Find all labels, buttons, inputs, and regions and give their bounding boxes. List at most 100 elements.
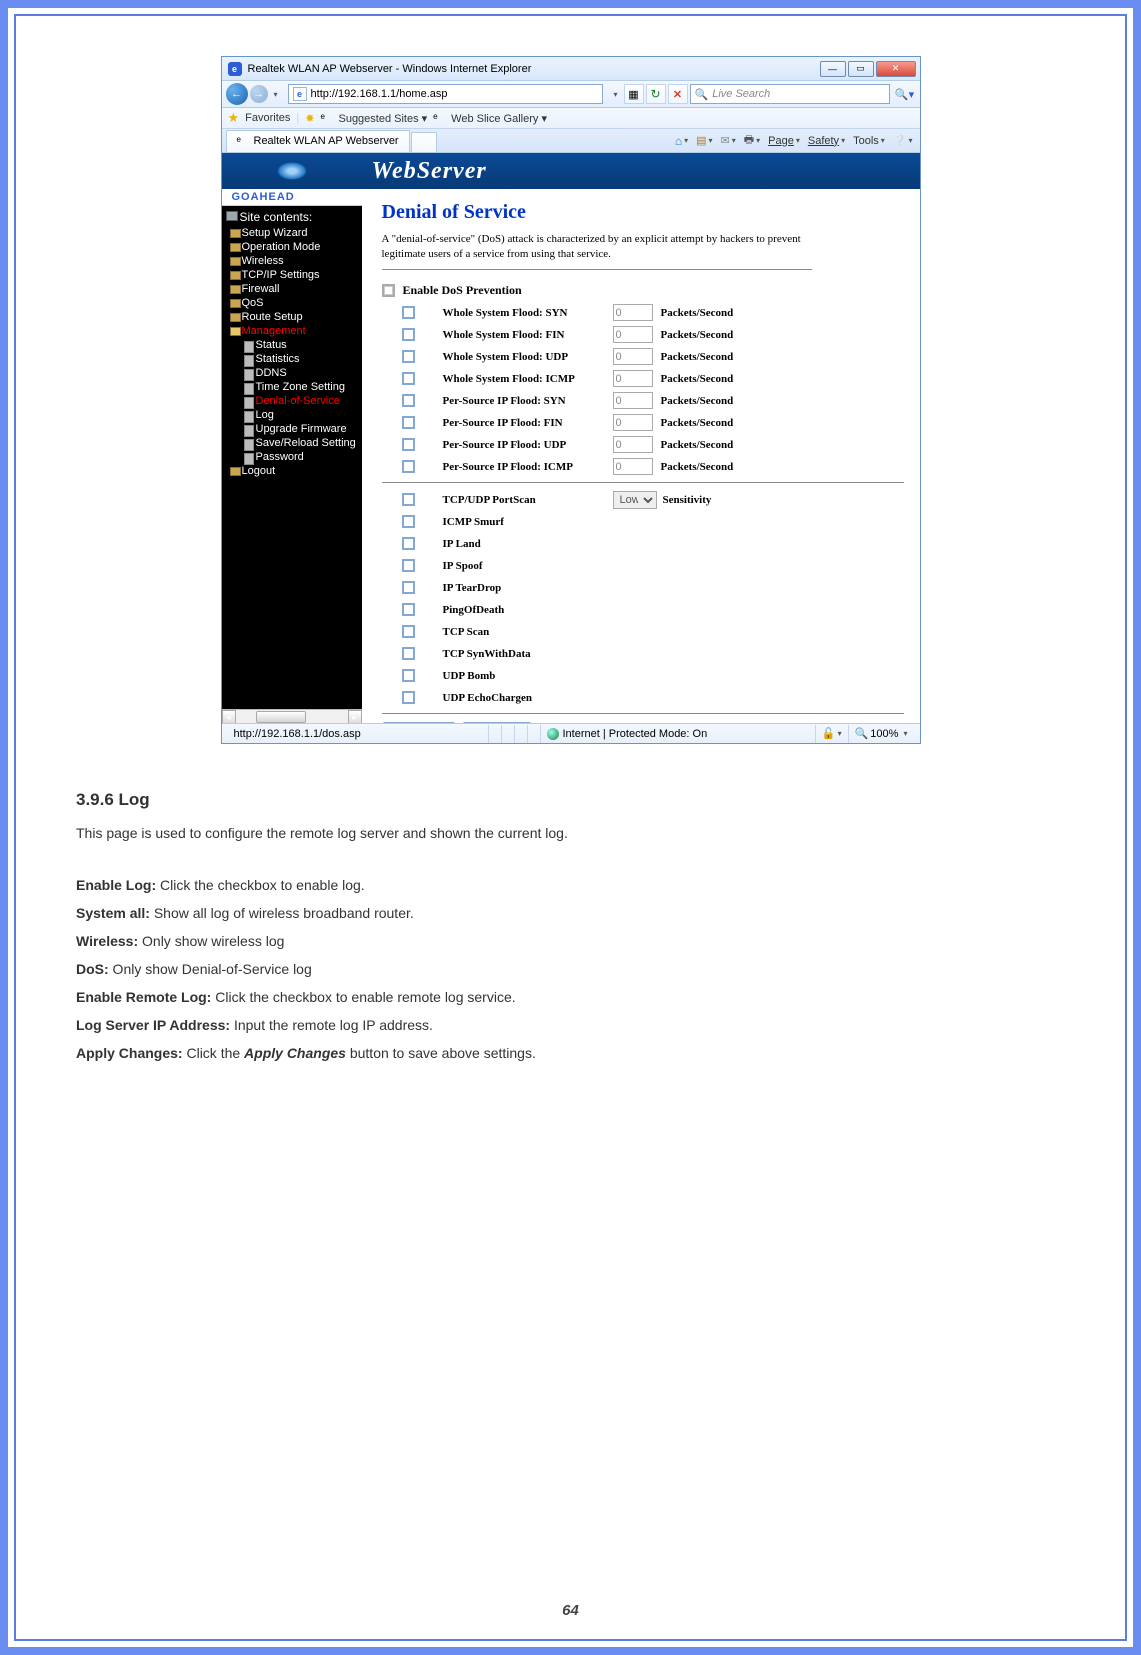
nav-save-reload[interactable]: Save/Reload Setting [226, 436, 362, 450]
maximize-button[interactable]: ▭ [848, 61, 874, 77]
portscan-checkbox[interactable] [402, 493, 415, 506]
nav-ddns[interactable]: DDNS [226, 366, 362, 380]
rate-checkbox-2[interactable] [402, 350, 415, 363]
nav-upgrade[interactable]: Upgrade Firmware [226, 422, 362, 436]
nav-management[interactable]: Management [226, 324, 362, 338]
rate-input-0[interactable] [613, 304, 653, 321]
clear-all-button[interactable]: Clear ALL [462, 722, 532, 723]
rate-input-6[interactable] [613, 436, 653, 453]
scroll-left-icon[interactable]: ◂ [222, 710, 236, 723]
flag-checkbox-7[interactable] [402, 669, 415, 682]
back-button[interactable]: ← [226, 83, 248, 105]
rate-checkbox-3[interactable] [402, 372, 415, 385]
nav-toolbar: ← → ▾ e http://192.168.1.1/home.asp ▾ ▦ … [222, 81, 920, 108]
flag-checkbox-5[interactable] [402, 625, 415, 638]
rate-checkbox-1[interactable] [402, 328, 415, 341]
rate-label-1: Whole System Flood: FIN [443, 329, 613, 341]
doc-line-1: System all: Show all log of wireless bro… [76, 901, 1065, 927]
flag-checkbox-2[interactable] [402, 559, 415, 572]
tools-menu[interactable]: TToolsools▾ [850, 135, 888, 147]
rate-input-5[interactable] [613, 414, 653, 431]
rate-checkbox-6[interactable] [402, 438, 415, 451]
nav-firewall[interactable]: Firewall [226, 282, 362, 296]
nav-statistics[interactable]: Statistics [226, 352, 362, 366]
nav-tcpip[interactable]: TCP/IP Settings [226, 268, 362, 282]
web-slice-link[interactable]: Web Slice Gallery ▾ [451, 112, 547, 125]
flag-checkbox-3[interactable] [402, 581, 415, 594]
flag-label-1: IP Land [443, 538, 481, 550]
rate-checkbox-0[interactable] [402, 306, 415, 319]
portscan-select[interactable]: Low [613, 491, 657, 509]
feeds-icon[interactable]: ▤▾ [693, 134, 715, 147]
nav-wireless[interactable]: Wireless [226, 254, 362, 268]
forward-button[interactable]: → [250, 85, 268, 103]
select-all-button[interactable]: Select ALL [382, 722, 457, 723]
rate-unit-7: Packets/Second [661, 461, 734, 473]
rate-input-3[interactable] [613, 370, 653, 387]
rate-input-2[interactable] [613, 348, 653, 365]
scroll-thumb[interactable] [256, 711, 306, 723]
address-dropdown-icon[interactable]: ▾ [609, 90, 621, 99]
flag-checkbox-6[interactable] [402, 647, 415, 660]
nav-dos[interactable]: Denial-of-Service [226, 394, 362, 408]
suggested-sites-link[interactable]: Suggested Sites ▾ [338, 112, 427, 125]
flag-checkbox-8[interactable] [402, 691, 415, 704]
protected-mode-icon[interactable]: 🔓▾ [815, 725, 848, 743]
help-icon[interactable]: ❔▾ [890, 134, 916, 147]
rate-checkbox-4[interactable] [402, 394, 415, 407]
window-titlebar: e Realtek WLAN AP Webserver - Windows In… [222, 57, 920, 81]
enable-dos-label: Enable DoS Prevention [403, 283, 522, 298]
minimize-button[interactable]: — [820, 61, 846, 77]
globe-icon [547, 728, 559, 740]
address-bar[interactable]: e http://192.168.1.1/home.asp [288, 84, 604, 104]
rate-checkbox-5[interactable] [402, 416, 415, 429]
rate-unit-0: Packets/Second [661, 307, 734, 319]
nav-logout[interactable]: Logout [226, 464, 362, 478]
refresh-button[interactable]: ↻ [646, 84, 666, 104]
favorites-star-icon[interactable]: ★ [228, 110, 240, 126]
rate-input-1[interactable] [613, 326, 653, 343]
nav-timezone[interactable]: Time Zone Setting [226, 380, 362, 394]
safety-menu[interactable]: Safety▾ [805, 135, 848, 147]
new-tab-button[interactable] [411, 132, 437, 152]
mail-icon[interactable]: ✉▾ [718, 134, 739, 147]
compat-view-button[interactable]: ▦ [624, 84, 644, 104]
home-icon[interactable]: ⌂▾ [672, 134, 691, 148]
logo-swirl-icon [277, 162, 307, 180]
nav-password[interactable]: Password [226, 450, 362, 464]
sidebar-scrollbar[interactable]: ◂ ▸ [222, 709, 362, 723]
favorites-label[interactable]: Favorites [245, 112, 290, 124]
nav-log[interactable]: Log [226, 408, 362, 422]
flag-checkbox-0[interactable] [402, 515, 415, 528]
rate-label-3: Whole System Flood: ICMP [443, 373, 613, 385]
nav-operation-mode[interactable]: Operation Mode [226, 240, 362, 254]
zoom-control[interactable]: 🔍100% ▾ [848, 725, 914, 743]
suggested-sites-icon: e [320, 112, 332, 124]
tab-active[interactable]: e Realtek WLAN AP Webserver [226, 130, 410, 152]
enable-dos-checkbox[interactable] [382, 284, 395, 297]
nav-route-setup[interactable]: Route Setup [226, 310, 362, 324]
rate-input-4[interactable] [613, 392, 653, 409]
portscan-unit: Sensitivity [663, 494, 712, 506]
doc-heading: 3.9.6 Log [76, 784, 1065, 815]
fav-add-icon[interactable]: ✸ [305, 112, 314, 125]
tab-title: Realtek WLAN AP Webserver [254, 135, 399, 147]
nav-setup-wizard[interactable]: Setup Wizard [226, 226, 362, 240]
nav-status[interactable]: Status [226, 338, 362, 352]
scroll-right-icon[interactable]: ▸ [348, 710, 362, 723]
rate-checkbox-7[interactable] [402, 460, 415, 473]
flag-label-3: IP TearDrop [443, 582, 502, 594]
stop-button[interactable]: ✕ [668, 84, 688, 104]
history-dropdown-icon[interactable]: ▾ [270, 90, 282, 99]
print-icon[interactable]: 🖶▾ [741, 131, 763, 150]
rate-input-7[interactable] [613, 458, 653, 475]
search-go-icon[interactable]: 🔍▾ [894, 84, 916, 104]
page-menu[interactable]: Page▾ [765, 135, 803, 147]
flag-checkbox-1[interactable] [402, 537, 415, 550]
zoom-icon: 🔍 [855, 727, 869, 740]
flag-checkbox-4[interactable] [402, 603, 415, 616]
nav-qos[interactable]: QoS [226, 296, 362, 310]
close-button[interactable]: ✕ [876, 61, 916, 77]
page-viewport: WebServer GOAHEAD Site contents: Setup W… [222, 153, 920, 723]
search-box[interactable]: 🔍 Live Search [690, 84, 890, 104]
